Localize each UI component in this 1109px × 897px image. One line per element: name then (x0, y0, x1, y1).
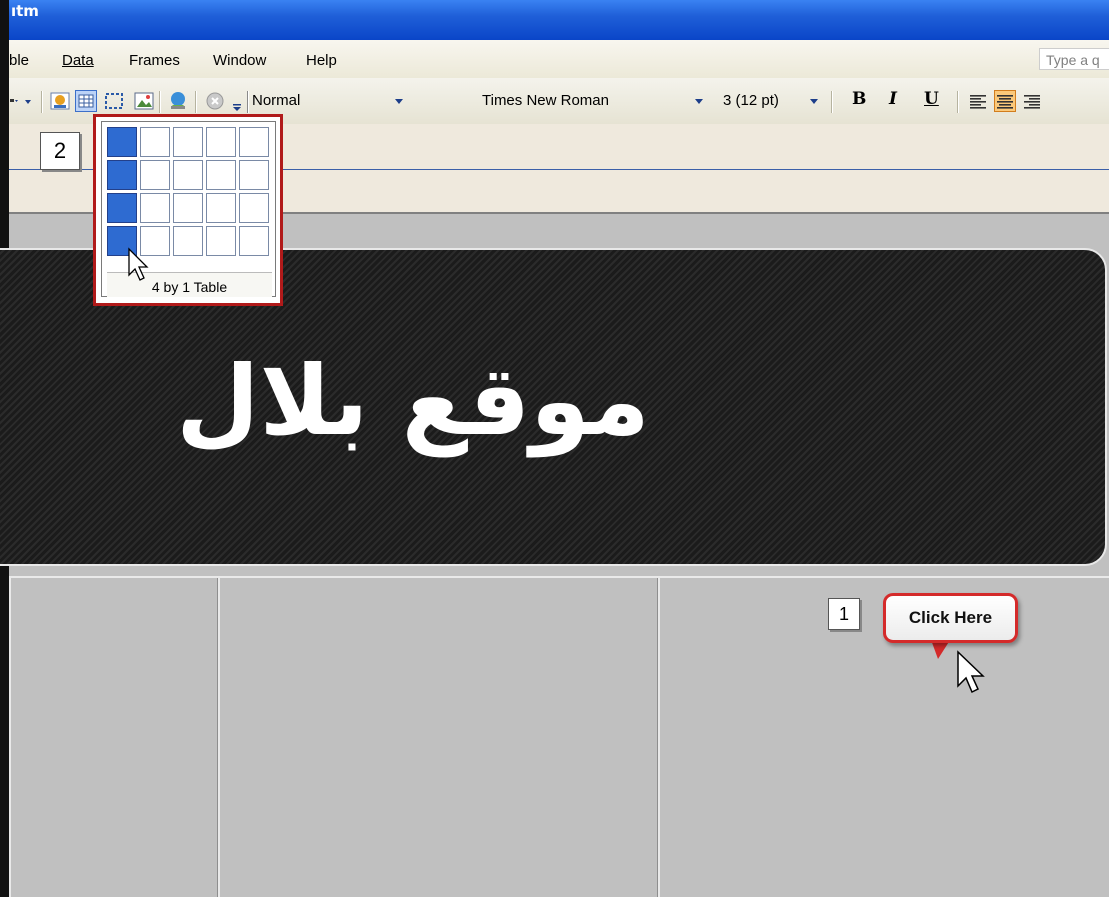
redo-dropdown-icon[interactable] (23, 90, 35, 112)
table-grid-cell[interactable] (239, 226, 269, 256)
insert-picture-icon[interactable] (133, 90, 155, 112)
table-grid-cell[interactable] (107, 193, 137, 223)
align-center-icon[interactable] (994, 90, 1016, 112)
title-bar: ıtm (9, 0, 1109, 40)
table-grid-cell[interactable] (140, 193, 170, 223)
mouse-pointer-icon (128, 247, 149, 281)
font-value: Times New Roman (482, 92, 609, 109)
toolbar-grip (247, 91, 249, 113)
table-grid-cell[interactable] (239, 127, 269, 157)
toolbar-separator (831, 91, 833, 113)
table-grid-cell[interactable] (206, 193, 236, 223)
style-value: Normal (252, 92, 301, 109)
font-size-combo[interactable]: 3 (12 pt) (723, 90, 833, 112)
table-grid-cell[interactable] (173, 160, 203, 190)
step-number-2: 2 (40, 132, 80, 170)
insert-table-icon[interactable] (75, 90, 97, 112)
undo-dropdown-icon[interactable] (9, 90, 21, 112)
design-view[interactable]: موقع بلال (0, 214, 1109, 897)
app-window: ıtm ble Data Frames Window Help Type a q (0, 0, 1109, 897)
menu-bar: ble Data Frames Window Help Type a q (9, 40, 1109, 78)
click-here-callout: Click Here (883, 593, 1018, 643)
table-grid-cell[interactable] (107, 127, 137, 157)
menu-window[interactable]: Window (213, 52, 266, 69)
menu-data[interactable]: Data (62, 52, 94, 69)
help-search-input[interactable]: Type a q (1039, 48, 1109, 70)
mouse-pointer-icon (957, 650, 985, 694)
italic-button[interactable]: I (889, 89, 897, 109)
font-combo[interactable]: Times New Roman (482, 90, 707, 112)
table-grid-cell[interactable] (140, 127, 170, 157)
toolbar-separator (41, 91, 43, 113)
insert-hyperlink-icon[interactable] (167, 90, 189, 112)
underline-button[interactable]: U (924, 89, 939, 109)
style-combo[interactable]: Normal (252, 90, 452, 112)
insert-web-component-icon[interactable] (49, 90, 71, 112)
layout-table-cell[interactable] (218, 578, 658, 897)
toolbar-separator (195, 91, 197, 113)
font-size-value: 3 (12 pt) (723, 92, 779, 109)
menu-frames[interactable]: Frames (129, 52, 180, 69)
menu-help[interactable]: Help (306, 52, 337, 69)
table-grid-cell[interactable] (239, 193, 269, 223)
step-number-1: 1 (828, 598, 860, 630)
table-grid-cell[interactable] (140, 160, 170, 190)
align-left-icon[interactable] (967, 90, 989, 112)
toolbar-separator (159, 91, 161, 113)
table-grid-cell[interactable] (173, 226, 203, 256)
chevron-down-icon[interactable] (807, 90, 821, 112)
align-right-icon[interactable] (1021, 90, 1043, 112)
insert-layer-icon[interactable] (103, 90, 125, 112)
table-grid-cell[interactable] (206, 127, 236, 157)
table-grid-cell[interactable] (239, 160, 269, 190)
stop-icon[interactable] (204, 90, 226, 112)
chevron-down-icon[interactable] (392, 90, 406, 112)
table-grid-cell[interactable] (206, 226, 236, 256)
layout-table-cell[interactable] (9, 578, 218, 897)
banner-title: موقع بلال (176, 345, 650, 457)
insert-table-popup: 4 by 1 Table (93, 114, 283, 306)
table-grid-cell[interactable] (206, 160, 236, 190)
table-grid-cell[interactable] (173, 193, 203, 223)
bold-button[interactable]: B (852, 89, 866, 109)
chevron-down-icon[interactable] (692, 90, 706, 112)
menu-table[interactable]: ble (9, 52, 29, 69)
toolbar-options-icon[interactable] (231, 90, 243, 112)
table-grid-cell[interactable] (107, 160, 137, 190)
toolbar-separator (957, 91, 959, 113)
table-grid-cell[interactable] (173, 127, 203, 157)
window-title: ıtm (11, 2, 39, 20)
